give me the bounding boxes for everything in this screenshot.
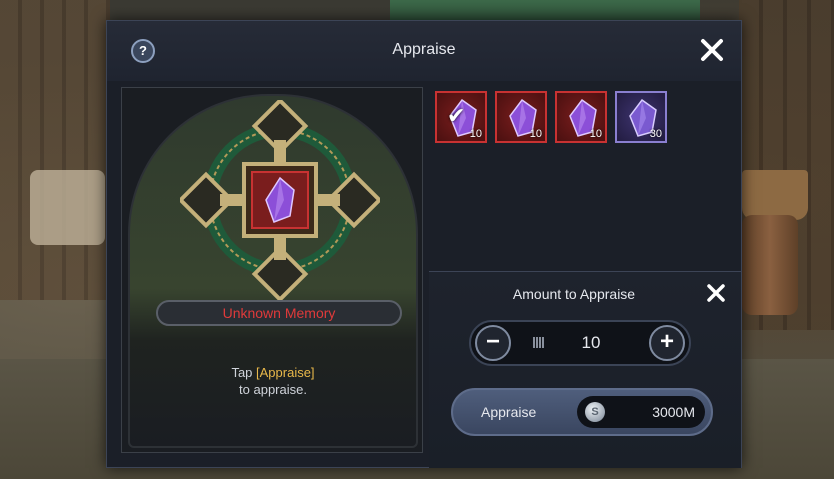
appraise-button[interactable]: Appraise S 3000M xyxy=(451,388,713,436)
background-roof xyxy=(390,0,700,22)
slot-count: 10 xyxy=(469,128,482,140)
hint-highlight: [Appraise] xyxy=(256,365,315,380)
slot-count: 30 xyxy=(649,128,662,140)
close-amount-icon[interactable] xyxy=(705,282,727,304)
silver-coin-icon: S xyxy=(585,402,605,422)
item-name-label: Unknown Memory xyxy=(156,300,402,326)
dialog-title: Appraise xyxy=(392,41,456,58)
cost-display: S 3000M xyxy=(577,396,705,428)
celtic-ornament-icon xyxy=(180,100,380,300)
background-barrel xyxy=(742,215,798,315)
item-slot-1[interactable]: ✔ 10 xyxy=(435,91,487,143)
appraise-controls-panel: ✔ 10 10 10 30 Amount to Appraise − 10 + … xyxy=(429,81,741,468)
background-wall-left xyxy=(0,0,110,300)
preview-arch: Unknown Memory Tap [Appraise] to apprais… xyxy=(128,94,418,448)
selected-check-icon: ✔ xyxy=(447,103,466,128)
item-slot-2[interactable]: 10 xyxy=(495,91,547,143)
decrease-button[interactable]: − xyxy=(475,325,511,361)
item-preview-panel: Unknown Memory Tap [Appraise] to apprais… xyxy=(121,87,423,453)
background-sacks xyxy=(30,170,105,245)
background-basket xyxy=(742,170,808,220)
appraise-hint: Tap [Appraise] to appraise. xyxy=(130,364,416,398)
slot-count: 10 xyxy=(589,128,602,140)
amount-value[interactable]: 10 xyxy=(561,333,621,353)
amount-section: Amount to Appraise − 10 + Appraise S 300… xyxy=(429,271,741,468)
slot-count: 10 xyxy=(529,128,542,140)
title-bar: ? Appraise xyxy=(107,21,741,81)
increase-button[interactable]: + xyxy=(649,325,685,361)
close-icon[interactable] xyxy=(699,37,725,63)
hint-text-line2: to appraise. xyxy=(239,382,307,397)
item-slot-3[interactable]: 10 xyxy=(555,91,607,143)
appraise-dialog: ? Appraise Unknown Memory Tap [Appraise]… xyxy=(106,20,742,468)
quantity-stepper: − 10 + xyxy=(469,320,691,366)
hint-text: Tap xyxy=(231,365,257,380)
amount-label: Amount to Appraise xyxy=(512,286,636,302)
calculator-icon[interactable] xyxy=(533,337,544,348)
cost-value: 3000M xyxy=(652,404,695,420)
appraise-button-label: Appraise xyxy=(481,404,537,420)
item-slot-4[interactable]: 30 xyxy=(615,91,667,143)
